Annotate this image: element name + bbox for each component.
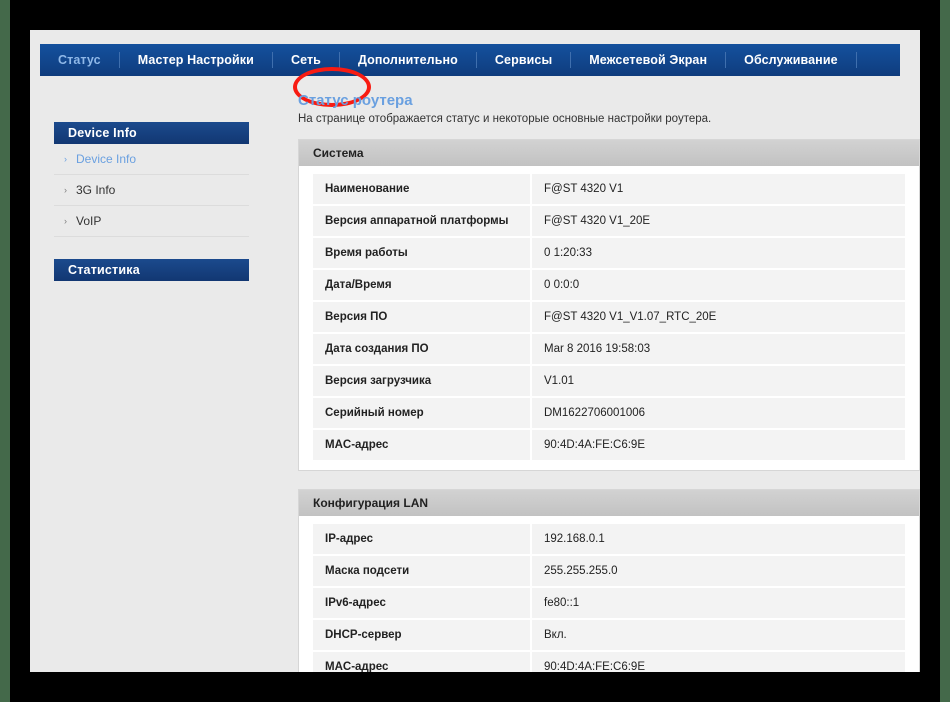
chevron-right-icon: › [64, 216, 67, 226]
sidebar-group-header: Статистика [54, 259, 249, 281]
panel-header: Конфигурация LAN [299, 490, 919, 516]
nav-item[interactable]: Обслуживание [726, 44, 856, 76]
row-label: MAC-адрес [313, 429, 532, 460]
panel-header: Система [299, 140, 919, 166]
router-admin-page: Статус Мастер Настройки Сеть Дополнительно С… [30, 30, 920, 672]
row-label: Серийный номер [313, 397, 532, 430]
screenshot-frame: Статус Мастер Настройки Сеть Дополнительно С… [0, 0, 950, 702]
chevron-right-icon: › [64, 154, 67, 164]
row-value: 192.168.0.1 [531, 524, 905, 556]
panel-body: Наименование F@ST 4320 V1 Версия аппаратно… [299, 166, 919, 470]
table-row: MAC-адрес 90:4D:4A:FE:C6:9E [313, 651, 905, 672]
row-label: IPv6-адрес [313, 587, 532, 620]
info-panel: Конфигурация LAN IP-адрес 192.168.0.1 Маска… [298, 489, 920, 672]
nav-separator [855, 52, 857, 68]
row-value: 0 0:0:0 [531, 269, 905, 302]
sidebar-item[interactable]: › Device Info [54, 144, 249, 175]
key-value-table: Наименование F@ST 4320 V1 Версия аппаратно… [313, 174, 905, 460]
chevron-right-icon: › [64, 185, 67, 195]
row-value: 90:4D:4A:FE:C6:9E [531, 651, 905, 672]
table-row: Версия ПО F@ST 4320 V1_V1.07_RTC_20E [313, 301, 905, 334]
table-row: Версия аппаратной платформы F@ST 4320 V1_… [313, 205, 905, 238]
row-label: Дата создания ПО [313, 333, 532, 366]
row-label: Дата/Время [313, 269, 532, 302]
row-value: fe80::1 [531, 587, 905, 620]
row-value: V1.01 [531, 365, 905, 398]
row-value: 0 1:20:33 [531, 237, 905, 270]
row-label: MAC-адрес [313, 651, 532, 672]
nav-item[interactable]: Межсетевой Экран [571, 44, 725, 76]
sidebar-item-label: 3G Info [76, 183, 116, 197]
nav-item[interactable]: Сервисы [477, 44, 570, 76]
sidebar-group-header: Device Info [54, 122, 249, 144]
main-content: Статус роутера На странице отображается … [268, 92, 920, 672]
row-label: Маска подсети [313, 555, 532, 588]
table-row: Маска подсети 255.255.255.0 [313, 555, 905, 588]
table-row: Наименование F@ST 4320 V1 [313, 174, 905, 206]
table-row: Дата создания ПО Mar 8 2016 19:58:03 [313, 333, 905, 366]
row-label: Время работы [313, 237, 532, 270]
row-label: IP-адрес [313, 524, 532, 556]
row-label: Версия загрузчика [313, 365, 532, 398]
panel-body: IP-адрес 192.168.0.1 Маска подсети 255.255.… [299, 516, 919, 672]
row-value: F@ST 4320 V1 [531, 174, 905, 206]
row-value: DM1622706001006 [531, 397, 905, 430]
key-value-table: IP-адрес 192.168.0.1 Маска подсети 255.255.… [313, 524, 905, 672]
sidebar: Device Info › Device Info › 3G Info › VoIP Стат… [54, 122, 249, 281]
desktop-edge-right [940, 0, 950, 702]
table-row: IP-адрес 192.168.0.1 [313, 524, 905, 556]
table-row: Серийный номер DM1622706001006 [313, 397, 905, 430]
row-value: Mar 8 2016 19:58:03 [531, 333, 905, 366]
table-row: IPv6-адрес fe80::1 [313, 587, 905, 620]
table-row: Время работы 0 1:20:33 [313, 237, 905, 270]
sidebar-item[interactable]: › 3G Info [54, 175, 249, 206]
table-row: Версия загрузчика V1.01 [313, 365, 905, 398]
nav-item[interactable]: Сеть [273, 44, 339, 76]
page-title: Статус роутера [298, 92, 413, 109]
nav-item[interactable]: Мастер Настройки [120, 44, 272, 76]
sidebar-item[interactable]: › VoIP [54, 206, 249, 237]
main-navigation: Статус Мастер Настройки Сеть Дополнительно С… [40, 44, 900, 76]
page-subtitle: На странице отображается статус и некото… [298, 113, 712, 125]
sidebar-item-label: VoIP [76, 214, 102, 228]
desktop-edge-left [0, 0, 10, 702]
row-label: Версия ПО [313, 301, 532, 334]
table-row: MAC-адрес 90:4D:4A:FE:C6:9E [313, 429, 905, 460]
panel-list: Система Наименование F@ST 4320 V1 Версия ап… [268, 139, 920, 672]
row-label: Наименование [313, 174, 532, 206]
table-row: DHCP-сервер Вкл. [313, 619, 905, 652]
row-value: Вкл. [531, 619, 905, 652]
sidebar-item-label: Device Info [76, 152, 137, 166]
nav-item[interactable]: Дополнительно [340, 44, 476, 76]
row-label: DHCP-сервер [313, 619, 532, 652]
row-value: 90:4D:4A:FE:C6:9E [531, 429, 905, 460]
row-value: F@ST 4320 V1_V1.07_RTC_20E [531, 301, 905, 334]
table-row: Дата/Время 0 0:0:0 [313, 269, 905, 302]
row-label: Версия аппаратной платформы [313, 205, 532, 238]
info-panel: Система Наименование F@ST 4320 V1 Версия ап… [298, 139, 920, 471]
row-value: 255.255.255.0 [531, 555, 905, 588]
nav-item[interactable]: Статус [40, 44, 119, 76]
row-value: F@ST 4320 V1_20E [531, 205, 905, 238]
